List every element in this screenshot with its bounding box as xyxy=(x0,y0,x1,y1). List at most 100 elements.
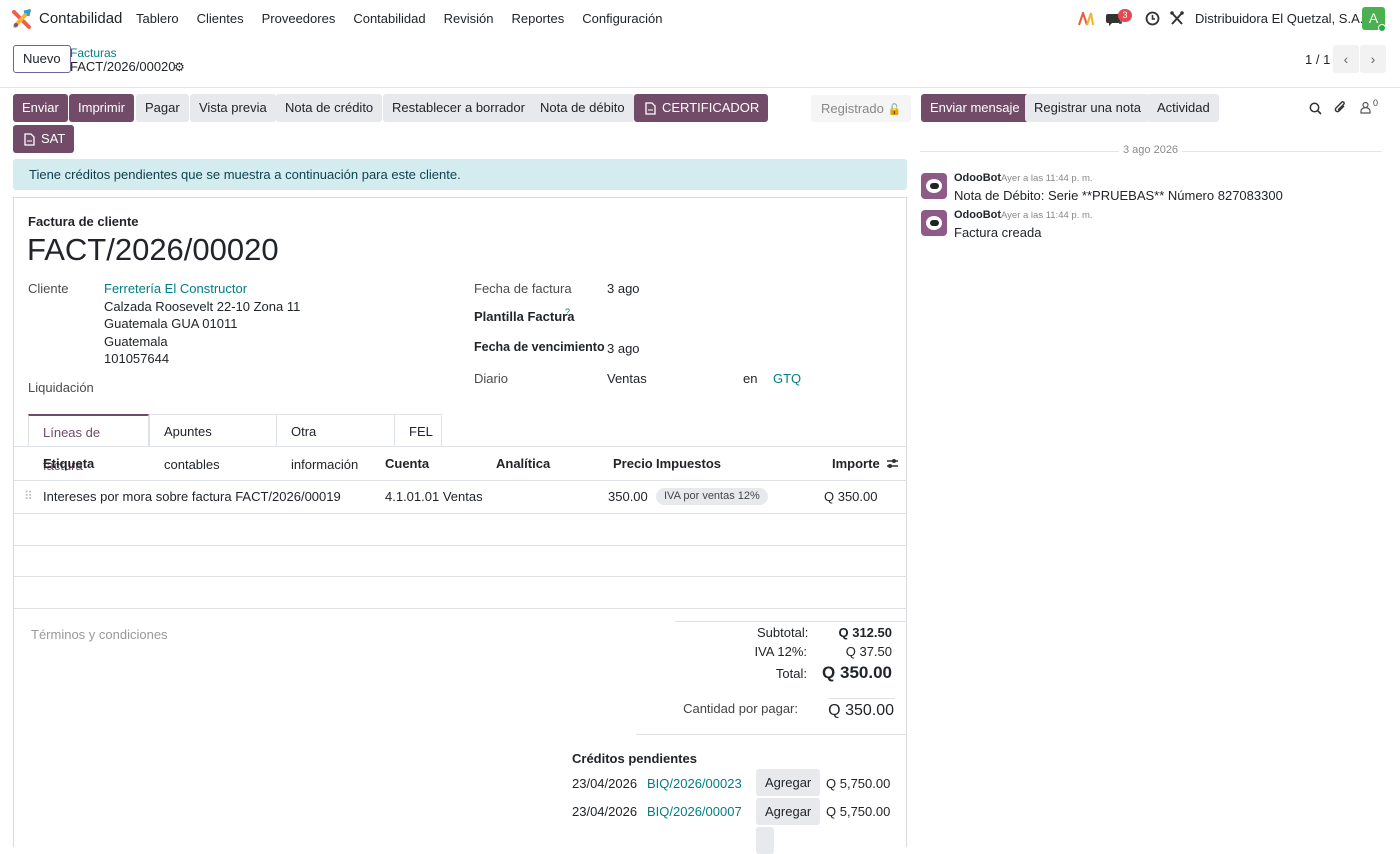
log-note-button[interactable]: Registrar una nota xyxy=(1025,94,1150,122)
customer-tax-id: 101057644 xyxy=(104,351,170,366)
menu-contabilidad[interactable]: Contabilidad xyxy=(353,11,425,26)
tab-invoice-lines[interactable]: Líneas de factura xyxy=(28,414,149,473)
col-header-amount[interactable]: Importe xyxy=(832,456,880,471)
chatter: Enviar mensaje Registrar una nota Activi… xyxy=(920,88,1400,833)
message-author[interactable]: OdooBot xyxy=(954,172,1001,184)
new-button[interactable]: Nuevo xyxy=(13,45,71,73)
company-switcher[interactable]: Distribuidora El Quetzal, S.A. xyxy=(1195,11,1363,26)
send-button[interactable]: Enviar xyxy=(13,94,68,122)
invoice-date-field[interactable]: 3 ago xyxy=(607,281,640,296)
app-logo-icon[interactable] xyxy=(12,9,32,29)
subtotal-value: Q 312.50 xyxy=(838,625,893,640)
pdf-file-icon xyxy=(24,133,35,146)
row-divider xyxy=(14,545,907,546)
total-value: Q 350.00 xyxy=(822,663,892,682)
add-credit-button-partial[interactable] xyxy=(756,827,774,854)
credit-note-button[interactable]: Nota de crédito xyxy=(276,94,383,122)
pager-previous-icon[interactable]: ‹ xyxy=(1333,45,1359,73)
due-date-label: Fecha de vencimiento xyxy=(474,340,605,354)
due-date-field[interactable]: 3 ago xyxy=(607,341,640,356)
status-badge: Registrado 🔓 xyxy=(811,95,912,122)
line-price[interactable]: 350.00 xyxy=(608,489,648,504)
breadcrumb-current: FACT/2026/00020 xyxy=(70,59,176,74)
col-header-taxes[interactable]: Impuestos xyxy=(656,456,721,471)
template-help-icon[interactable]: ? xyxy=(565,307,570,317)
alert-text-bold: créditos pendientes xyxy=(64,167,178,182)
reset-draft-button[interactable]: Restablecer a borrador xyxy=(383,94,534,122)
liquidacion-label: Liquidación xyxy=(28,380,94,395)
customer-label: Cliente xyxy=(28,281,69,296)
breadcrumb-parent[interactable]: Facturas xyxy=(70,46,117,60)
pager-value[interactable]: 1 / 1 xyxy=(1305,52,1330,67)
odoobot-avatar[interactable] xyxy=(921,173,947,199)
credit-ref-link[interactable]: BIQ/2026/00023 xyxy=(647,776,742,791)
amount-due-value: Q 350.00 xyxy=(828,702,894,719)
table-header-divider xyxy=(14,480,907,481)
app-name[interactable]: Contabilidad xyxy=(39,10,122,27)
followers-icon[interactable] xyxy=(1360,101,1371,114)
pager-next-icon[interactable]: › xyxy=(1360,45,1386,73)
sat-button[interactable]: SAT xyxy=(13,125,75,153)
row-divider xyxy=(14,576,907,577)
column-settings-icon[interactable] xyxy=(886,457,899,470)
pay-button[interactable]: Pagar xyxy=(136,94,189,122)
tab-other-info[interactable]: Otra información xyxy=(276,414,395,472)
credit-amount: Q 5,750.00 xyxy=(826,776,891,791)
drag-handle-icon[interactable]: ⠿ xyxy=(24,489,33,503)
menu-proveedores[interactable]: Proveedores xyxy=(262,11,336,26)
line-tax-tag[interactable]: IVA por ventas 12% xyxy=(656,488,768,505)
col-header-label[interactable]: Etiqueta xyxy=(43,456,94,471)
paperclip-icon[interactable] xyxy=(1334,100,1347,115)
line-label[interactable]: Intereses por mora sobre factura FACT/20… xyxy=(43,489,341,504)
menu-configuracion[interactable]: Configuración xyxy=(582,11,662,26)
terms-conditions-field[interactable]: Términos y condiciones xyxy=(31,627,168,642)
invoice-number: FACT/2026/00020 xyxy=(27,232,279,267)
due-top-border xyxy=(829,698,895,699)
totals-top-border xyxy=(675,621,907,622)
main-menu: Tablero Clientes Proveedores Contabilida… xyxy=(136,11,680,26)
certificador-button[interactable]: CERTIFICADOR xyxy=(634,94,769,122)
col-header-analytic[interactable]: Analítica xyxy=(496,456,550,471)
col-header-account[interactable]: Cuenta xyxy=(385,456,429,471)
menu-tablero[interactable]: Tablero xyxy=(136,11,179,26)
pending-credits-title: Créditos pendientes xyxy=(572,751,697,766)
add-credit-button[interactable]: Agregar xyxy=(756,769,821,796)
customer-link[interactable]: Ferretería El Constructor xyxy=(104,281,247,296)
currency-field[interactable]: GTQ xyxy=(773,371,801,386)
menu-clientes[interactable]: Clientes xyxy=(197,11,244,26)
line-amount: Q 350.00 xyxy=(824,489,878,504)
row-divider xyxy=(14,608,907,609)
preview-button[interactable]: Vista previa xyxy=(190,94,276,122)
journal-label: Diario xyxy=(474,371,508,386)
menu-reportes[interactable]: Reportes xyxy=(511,11,564,26)
top-navbar: Contabilidad Tablero Clientes Proveedore… xyxy=(0,0,1400,38)
tools-icon[interactable] xyxy=(1170,11,1184,26)
message-time: Ayer a las 11:44 p. m. xyxy=(1001,210,1093,221)
credit-date: 23/04/2026 xyxy=(572,776,638,791)
line-account[interactable]: 4.1.01.01 Ventas xyxy=(385,489,483,504)
odoobot-avatar[interactable] xyxy=(921,210,947,236)
gear-icon[interactable]: ⚙ xyxy=(174,60,185,74)
template-label: Plantilla Factura xyxy=(474,309,575,324)
iva-value: Q 37.50 xyxy=(845,644,892,659)
menu-revision[interactable]: Revisión xyxy=(444,11,494,26)
journal-field[interactable]: Ventas xyxy=(607,371,647,386)
credit-date: 23/04/2026 xyxy=(572,804,638,819)
message-time: Ayer a las 11:44 p. m. xyxy=(1001,173,1093,184)
clock-icon[interactable] xyxy=(1145,11,1160,26)
messages-count-badge: 3 xyxy=(1118,9,1132,22)
print-button[interactable]: Imprimir xyxy=(69,94,134,122)
send-message-button[interactable]: Enviar mensaje xyxy=(921,94,1029,122)
search-icon[interactable] xyxy=(1309,102,1322,115)
col-header-price[interactable]: Precio xyxy=(613,456,653,471)
add-credit-button[interactable]: Agregar xyxy=(756,798,821,825)
tab-journal-items[interactable]: Apuntes contables xyxy=(149,414,277,472)
subtotal-label: Subtotal: xyxy=(757,625,809,640)
customer-address-line3: Guatemala xyxy=(104,334,168,349)
activity-button[interactable]: Actividad xyxy=(1148,94,1219,122)
debit-note-button[interactable]: Nota de débito xyxy=(531,94,634,122)
credit-ref-link[interactable]: BIQ/2026/00007 xyxy=(647,804,742,819)
message-author[interactable]: OdooBot xyxy=(954,209,1001,221)
tab-fel[interactable]: FEL xyxy=(394,414,442,447)
ai-icon[interactable] xyxy=(1078,12,1094,26)
